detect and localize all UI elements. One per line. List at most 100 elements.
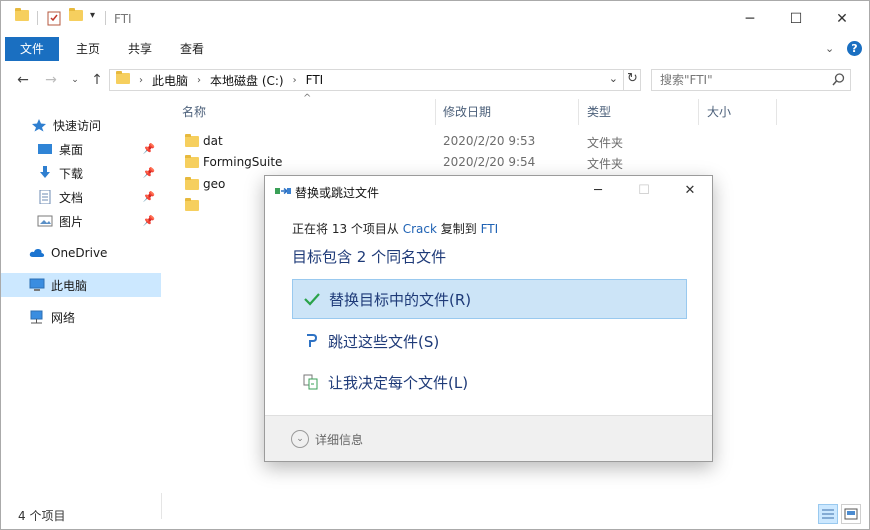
- nav-item-label: 快速访问: [53, 118, 102, 133]
- pin-icon[interactable]: 📌: [143, 144, 155, 155]
- navigation-pane: 快速访问 桌面 📌 下载 📌 文档 📌 图片 📌 OneDrive 此电脑 网络: [1, 101, 163, 501]
- nav-item-downloads[interactable]: 下载 📌: [1, 161, 161, 185]
- tab-file[interactable]: 文件: [5, 37, 59, 61]
- table-row[interactable]: FormingSuite 2020/2/20 9:54 文件夹: [181, 152, 861, 174]
- column-header-type[interactable]: 类型: [587, 103, 611, 123]
- folder-icon: [116, 71, 130, 87]
- tab-home[interactable]: 主页: [63, 37, 113, 61]
- dialog-maximize-button[interactable]: ☐: [621, 176, 667, 204]
- dialog-close-button[interactable]: ✕: [667, 176, 713, 204]
- nav-item-label: 网络: [51, 310, 76, 325]
- forward-button[interactable]: →: [41, 71, 61, 89]
- more-details-toggle[interactable]: ⌄ 详细信息: [291, 430, 363, 448]
- column-header-name[interactable]: 名称: [182, 103, 206, 123]
- back-button[interactable]: ←: [13, 71, 33, 89]
- file-copy-icon: [275, 185, 291, 200]
- source-folder-link[interactable]: Crack: [403, 222, 437, 236]
- document-icon: [37, 189, 53, 205]
- desktop-icon: [37, 142, 53, 156]
- column-divider[interactable]: [435, 99, 436, 125]
- replace-files-option[interactable]: 替换目标中的文件(R): [292, 279, 687, 319]
- breadcrumb-separator-icon: ›: [139, 74, 143, 86]
- new-folder-icon[interactable]: [69, 8, 85, 26]
- nav-item-onedrive[interactable]: OneDrive: [1, 241, 161, 265]
- up-button[interactable]: ↑: [87, 71, 107, 89]
- breadcrumb-this-pc[interactable]: 此电脑: [152, 72, 188, 89]
- column-header-size[interactable]: 大小: [707, 103, 731, 123]
- folder-icon: [185, 198, 199, 214]
- nav-item-label: 下载: [59, 166, 84, 181]
- nav-item-network[interactable]: 网络: [1, 305, 161, 329]
- table-row[interactable]: dat 2020/2/20 9:53 文件夹: [181, 131, 861, 153]
- refresh-icon[interactable]: ↻: [623, 69, 641, 91]
- destination-folder-link[interactable]: FTI: [481, 222, 499, 236]
- maximize-button[interactable]: ☐: [773, 1, 819, 37]
- skip-files-option[interactable]: 跳过这些文件(S): [292, 321, 687, 361]
- divider: [161, 493, 162, 519]
- breadcrumb-fti[interactable]: FTI: [306, 73, 324, 87]
- nav-item-this-pc[interactable]: 此电脑: [1, 273, 161, 297]
- pictures-icon: [37, 214, 53, 228]
- breadcrumb-local-disk[interactable]: 本地磁盘 (C:): [210, 72, 284, 89]
- breadcrumb-separator-icon: ›: [292, 74, 297, 86]
- breadcrumb-separator-icon: ›: [197, 74, 202, 86]
- explorer-window: ▾ FTI ─ ☐ ✕ 文件 主页 共享 查看 ⌄ ? ← → ⌄ ↑ › 此电…: [0, 0, 870, 530]
- folder-icon: [185, 155, 199, 171]
- nav-item-desktop[interactable]: 桌面 📌: [1, 137, 161, 161]
- dialog-minimize-button[interactable]: ─: [575, 176, 621, 204]
- tab-view[interactable]: 查看: [167, 37, 217, 61]
- minimize-button[interactable]: ─: [727, 1, 773, 37]
- nav-item-quick-access[interactable]: 快速访问: [1, 113, 161, 137]
- search-icon[interactable]: [832, 73, 845, 89]
- close-button[interactable]: ✕: [819, 1, 865, 37]
- item-count: 4 个项目: [18, 509, 66, 523]
- download-icon: [37, 166, 53, 180]
- star-icon: [31, 118, 47, 132]
- ribbon-tabs: 文件 主页 共享 查看 ⌄ ?: [1, 37, 869, 61]
- compare-files-icon: [302, 373, 320, 391]
- address-dropdown-icon[interactable]: ⌄: [609, 72, 618, 85]
- title-bar: ▾ FTI ─ ☐ ✕: [1, 1, 869, 37]
- nav-item-pictures[interactable]: 图片 📌: [1, 209, 161, 233]
- recent-locations-button[interactable]: ⌄: [65, 71, 85, 89]
- status-bar: 4 个项目: [1, 493, 869, 529]
- properties-icon[interactable]: [47, 10, 63, 26]
- column-divider[interactable]: [776, 99, 777, 125]
- nav-item-label: 桌面: [59, 142, 84, 157]
- network-icon: [29, 310, 45, 324]
- pin-icon[interactable]: 📌: [143, 216, 155, 227]
- sort-ascending-icon: ^: [303, 93, 312, 104]
- pin-icon[interactable]: 📌: [143, 192, 155, 203]
- nav-item-documents[interactable]: 文档 📌: [1, 185, 161, 209]
- nav-item-label: 图片: [59, 214, 84, 229]
- replace-or-skip-dialog: 替换或跳过文件 ─ ☐ ✕ 正在将 13 个项目从 Crack 复制到 FTI …: [264, 175, 713, 462]
- folder-icon: [15, 8, 31, 26]
- dialog-footer: ⌄ 详细信息: [265, 415, 712, 461]
- window-title: FTI: [114, 12, 132, 26]
- divider: [37, 11, 38, 25]
- dialog-heading: 目标包含 2 个同名文件: [292, 248, 447, 266]
- decide-each-file-option[interactable]: 让我决定每个文件(L): [292, 362, 687, 402]
- file-name: FormingSuite: [203, 155, 283, 169]
- folder-icon: [185, 177, 199, 193]
- file-type: 文件夹: [587, 136, 624, 150]
- search-input[interactable]: 搜索"FTI": [651, 69, 851, 91]
- divider: [105, 11, 106, 25]
- option-label: 跳过这些文件(S): [328, 332, 440, 351]
- customize-toolbar-icon[interactable]: ▾: [90, 10, 95, 21]
- address-row: ← → ⌄ ↑ › 此电脑 › 本地磁盘 (C:) › FTI ⌄ ↻ 搜索"F…: [1, 63, 869, 97]
- file-date: 2020/2/20 9:53: [443, 134, 536, 148]
- large-icons-view-button[interactable]: [841, 504, 861, 524]
- pin-icon[interactable]: 📌: [143, 168, 155, 179]
- column-header-date[interactable]: 修改日期: [443, 103, 491, 123]
- column-divider[interactable]: [698, 99, 699, 125]
- address-bar[interactable]: › 此电脑 › 本地磁盘 (C:) › FTI ⌄ ↻: [109, 69, 641, 91]
- details-view-button[interactable]: [818, 504, 838, 524]
- column-divider[interactable]: [578, 99, 579, 125]
- tab-share[interactable]: 共享: [115, 37, 165, 61]
- nav-item-label: 文档: [59, 190, 84, 205]
- nav-item-label: OneDrive: [51, 246, 108, 260]
- file-type: 文件夹: [587, 157, 624, 171]
- help-icon[interactable]: ?: [847, 41, 862, 56]
- expand-ribbon-icon[interactable]: ⌄: [825, 42, 834, 55]
